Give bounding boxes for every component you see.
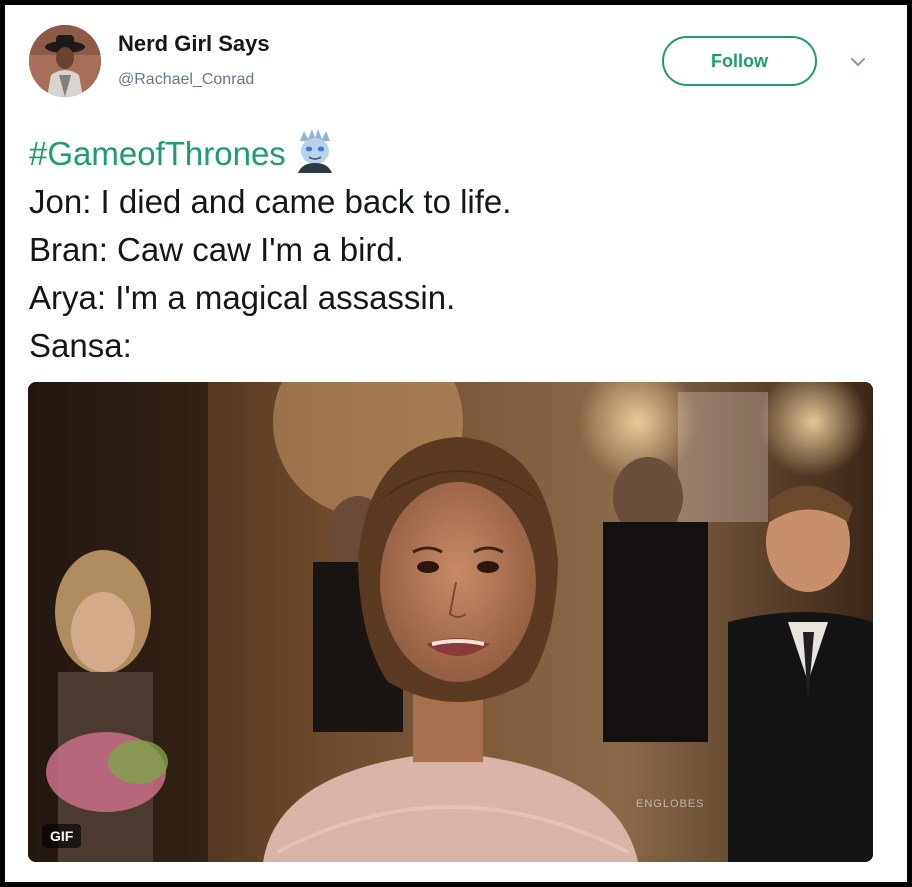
tweet-line-sansa: Sansa:: [29, 327, 132, 364]
avatar[interactable]: [29, 25, 101, 97]
tweet-line-bran: Bran: Caw caw I'm a bird.: [29, 231, 404, 268]
avatar-image: [29, 25, 101, 97]
author-handle[interactable]: @Rachael_Conrad: [118, 71, 254, 89]
tweet-line-arya: Arya: I'm a magical assassin.: [29, 279, 456, 316]
tweet-text: #GameofThrones Jon: I died and came back…: [29, 127, 889, 370]
gif-watermark: ENGLOBES: [636, 798, 705, 810]
author-name[interactable]: Nerd Girl Says: [118, 31, 270, 57]
gif-media[interactable]: ENGLOBES GIF: [28, 382, 873, 862]
hashtag-line: #GameofThrones: [29, 127, 889, 178]
tweet-card: Nerd Girl Says @Rachael_Conrad Follow #G…: [5, 5, 907, 882]
tweet-line-jon: Jon: I died and came back to life.: [29, 183, 512, 220]
tweet-header: Nerd Girl Says @Rachael_Conrad Follow: [5, 5, 907, 115]
gif-badge: GIF: [42, 824, 82, 848]
chevron-down-icon[interactable]: [848, 55, 868, 69]
hashtag-link[interactable]: #GameofThrones: [29, 135, 286, 172]
night-king-icon: [297, 129, 332, 173]
gif-image: [28, 382, 873, 862]
follow-button[interactable]: Follow: [662, 36, 817, 86]
